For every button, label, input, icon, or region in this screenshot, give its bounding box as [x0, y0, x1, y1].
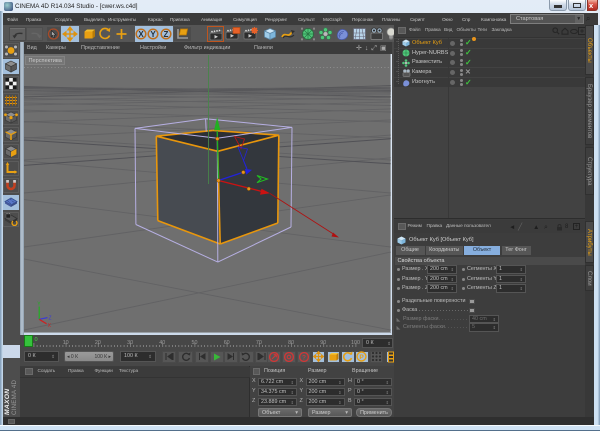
- svg-text:Y: Y: [37, 302, 41, 308]
- svg-text:P: P: [360, 354, 365, 361]
- svg-text:X: X: [48, 323, 52, 329]
- svg-text:Z: Z: [49, 316, 52, 322]
- svg-text:10: 10: [63, 340, 69, 346]
- svg-text:80: 80: [288, 340, 294, 346]
- svg-text:20: 20: [95, 340, 101, 346]
- svg-text:30: 30: [127, 340, 133, 346]
- svg-text:40: 40: [159, 340, 165, 346]
- svg-text:60: 60: [224, 340, 230, 346]
- svg-text:Y: Y: [151, 29, 157, 38]
- svg-text:100: 100: [351, 340, 360, 346]
- svg-text:50: 50: [192, 340, 198, 346]
- svg-text:Z: Z: [164, 29, 169, 38]
- svg-text:X: X: [138, 29, 144, 38]
- svg-text:?: ?: [302, 354, 306, 361]
- svg-text:70: 70: [256, 340, 262, 346]
- svg-text:90: 90: [320, 340, 326, 346]
